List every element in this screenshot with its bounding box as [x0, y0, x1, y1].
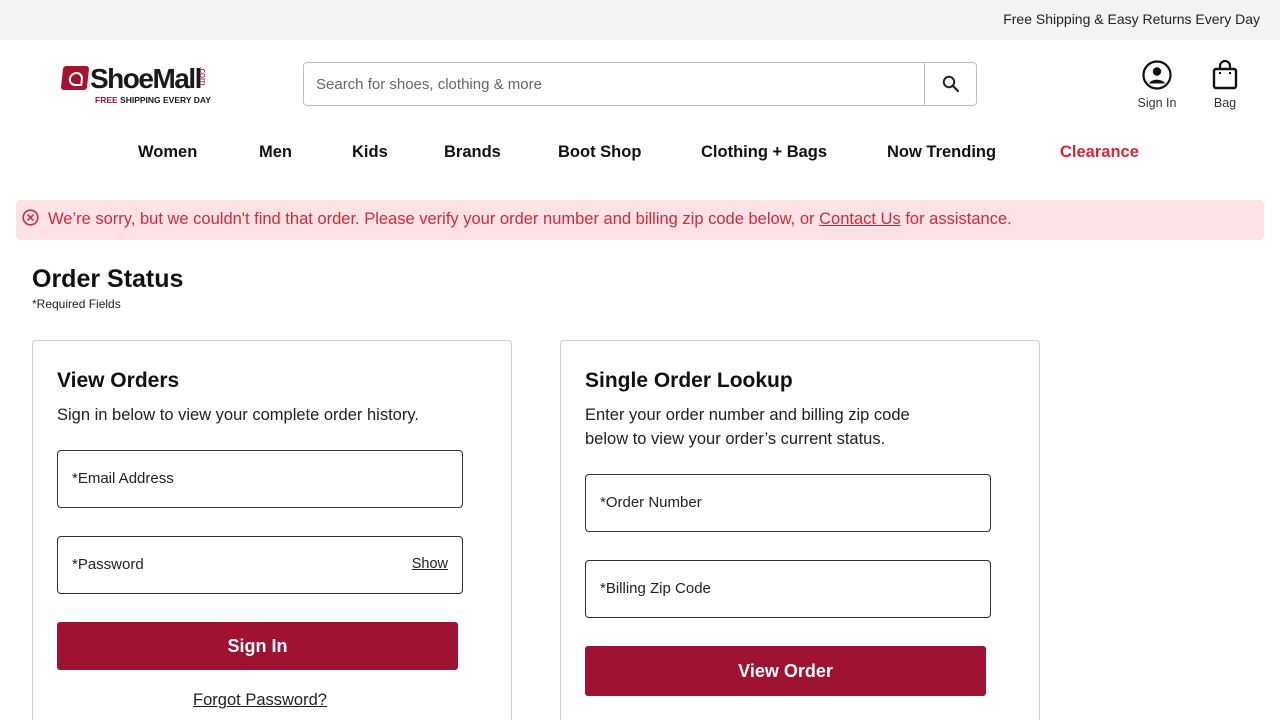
single-lookup-desc-line2: below to view your order’s current statu… [585, 430, 886, 448]
view-orders-description: Sign in below to view your complete orde… [57, 406, 419, 424]
error-circle-icon [22, 209, 39, 226]
shopping-bag-icon [1212, 60, 1238, 90]
single-lookup-desc-line1: Enter your order number and billing zip … [585, 406, 910, 424]
nav-item-brands[interactable]: Brands [444, 143, 501, 162]
error-text-after: for assistance. [900, 210, 1012, 228]
nav-item-boot-shop[interactable]: Boot Shop [558, 143, 641, 162]
forgot-password-link[interactable]: Forgot Password? [57, 691, 463, 710]
nav-item-kids[interactable]: Kids [352, 143, 388, 162]
search-icon [942, 75, 959, 93]
bag-link[interactable]: Bag [1206, 60, 1244, 110]
promo-bar: Free Shipping & Easy Returns Every Day [0, 0, 1280, 40]
user-account-icon [1142, 60, 1172, 90]
password-label: *Password [72, 556, 144, 573]
main-nav: Women Men Kids Brands Boot Shop Clothing… [0, 143, 1280, 163]
logo-name: ShoeMall [90, 63, 202, 94]
logo-mark-icon [60, 66, 90, 90]
bag-label: Bag [1213, 96, 1237, 110]
logo-tag-rest: SHIPPING EVERY DAY [117, 95, 211, 105]
password-field[interactable]: *Password Show [57, 536, 463, 594]
search-bar [303, 62, 977, 106]
logo-com: .com [198, 66, 208, 86]
billing-zip-field[interactable]: *Billing Zip Code [585, 560, 991, 618]
single-lookup-description: Enter your order number and billing zip … [585, 403, 910, 451]
contact-us-link[interactable]: Contact Us [819, 210, 901, 228]
error-text-before: We’re sorry, but we couldn't find that o… [48, 210, 820, 228]
show-password-toggle[interactable]: Show [412, 556, 448, 572]
view-order-button[interactable]: View Order [585, 646, 986, 696]
logo-tag-free: FREE [95, 95, 118, 105]
search-button[interactable] [924, 63, 976, 105]
page-title: Order Status [32, 265, 184, 293]
email-label: *Email Address [72, 470, 174, 487]
error-message: We’re sorry, but we couldn't find that o… [48, 210, 1012, 229]
view-orders-card: View Orders Sign in below to view your c… [32, 340, 512, 720]
sign-in-button[interactable]: Sign In [57, 622, 458, 670]
nav-item-now-trending[interactable]: Now Trending [887, 143, 996, 162]
nav-item-women[interactable]: Women [138, 143, 197, 162]
order-number-field[interactable]: *Order Number [585, 474, 991, 532]
view-orders-title: View Orders [57, 369, 180, 392]
promo-text: Free Shipping & Easy Returns Every Day [1003, 11, 1260, 27]
email-field[interactable]: *Email Address [57, 450, 463, 508]
order-number-label: *Order Number [600, 494, 702, 511]
error-alert: We’re sorry, but we couldn't find that o… [16, 200, 1264, 240]
single-order-lookup-card: Single Order Lookup Enter your order num… [560, 340, 1040, 720]
search-input[interactable] [316, 73, 906, 95]
billing-zip-label: *Billing Zip Code [600, 580, 711, 597]
sign-in-label: Sign In [1137, 96, 1177, 110]
nav-item-men[interactable]: Men [259, 143, 292, 162]
nav-item-clothing-bags[interactable]: Clothing + Bags [701, 143, 827, 162]
required-fields-note: *Required Fields [32, 297, 121, 311]
logo-tagline: FREE SHIPPING EVERY DAY [95, 95, 211, 105]
single-lookup-title: Single Order Lookup [585, 369, 793, 392]
shoemall-logo[interactable]: ShoeMall .com FREE SHIPPING EVERY DAY [60, 63, 222, 106]
sign-in-link[interactable]: Sign In [1132, 60, 1182, 110]
nav-item-clearance[interactable]: Clearance [1060, 143, 1139, 162]
